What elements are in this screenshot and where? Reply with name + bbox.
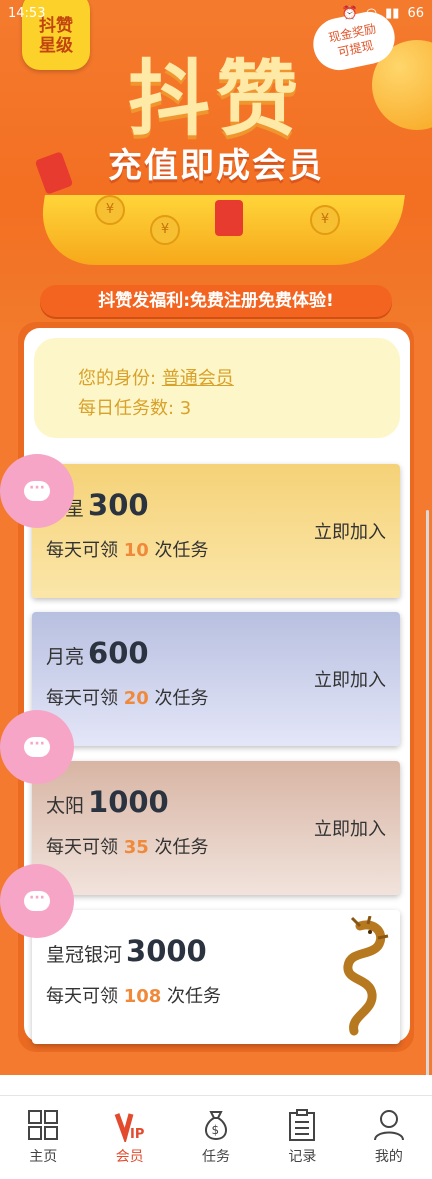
chat-bubble-icon: ··· (24, 737, 50, 757)
svg-text:IP: IP (130, 1127, 144, 1142)
tier-name: 太阳 (46, 795, 85, 817)
scrollbar[interactable] (426, 510, 429, 1080)
chat-button[interactable]: ··· (0, 454, 74, 528)
money-bag-icon: $ (205, 1111, 228, 1141)
grid-icon (28, 1110, 59, 1140)
tab-home[interactable]: 主页 (0, 1096, 86, 1179)
wifi-icon: ◠ (365, 5, 378, 21)
welfare-banner: 抖赞发福利:免费注册免费体验! (40, 285, 392, 317)
join-button[interactable]: 立即加入 (314, 666, 386, 692)
tier-desc-pre: 每天可领 (46, 688, 118, 709)
dragon-icon (343, 916, 389, 1036)
identity-card: 您的身份: 普通会员 每日任务数: 3 (34, 338, 400, 438)
identity-row: 您的身份: 普通会员 (78, 364, 234, 390)
battery-level: 66 (407, 5, 424, 21)
content-bottom (0, 1075, 432, 1095)
tier-price: 1000 (88, 785, 169, 819)
svg-text:$: $ (212, 1123, 220, 1137)
tier-desc-pre: 每天可领 (46, 540, 118, 561)
tier-task-count: 108 (123, 986, 162, 1007)
tier-desc-post: 次任务 (154, 837, 209, 858)
clock: 14:53 (8, 5, 46, 21)
coin-icon: ¥ (310, 205, 340, 235)
tier-desc-pre: 每天可领 (46, 986, 118, 1007)
tier-task-count: 35 (123, 837, 149, 858)
red-envelope-icon (215, 200, 243, 236)
vip-icon: IP (114, 1113, 144, 1142)
signal-icon: ▮▮ (385, 5, 400, 21)
chat-bubble-icon: ··· (24, 891, 50, 911)
tier-price: 300 (88, 488, 149, 522)
tier-desc-post: 次任务 (167, 986, 222, 1007)
banner-subtitle: 充值即成会员 (108, 146, 324, 186)
tier-name: 皇冠银河 (46, 944, 123, 966)
tab-label: 会员 (115, 1149, 144, 1165)
clipboard-icon (289, 1109, 316, 1141)
tier-name: 月亮 (46, 646, 85, 668)
tab-records[interactable]: 记录 (259, 1096, 345, 1179)
tier-card-sun[interactable]: 太阳 1000 每天可领 35 次任务 立即加入 (32, 761, 400, 895)
tier-task-count: 10 (123, 540, 149, 561)
user-icon (373, 1110, 404, 1141)
tier-price: 3000 (126, 934, 207, 968)
coin-icon: ¥ (95, 195, 125, 225)
tier-task-count: 20 (123, 688, 149, 709)
join-button[interactable]: 立即加入 (314, 815, 386, 841)
tier-desc-post: 次任务 (154, 540, 209, 561)
chat-button[interactable]: ··· (0, 710, 74, 784)
tab-label: 记录 (288, 1149, 317, 1165)
identity-label: 您的身份: (78, 368, 157, 389)
tab-vip[interactable]: IP 会员 (86, 1096, 172, 1179)
status-bar: 14:53 ⏰ ◠ ▮▮ 66 (0, 0, 432, 26)
join-button[interactable]: 立即加入 (314, 518, 386, 544)
tab-tasks[interactable]: $ 任务 (173, 1096, 259, 1179)
chat-button[interactable]: ··· (0, 864, 74, 938)
tier-price: 600 (88, 636, 149, 670)
tier-desc-pre: 每天可领 (46, 837, 118, 858)
tab-label: 主页 (29, 1149, 58, 1165)
identity-value-link[interactable]: 普通会员 (162, 368, 234, 389)
alarm-icon: ⏰ (341, 5, 358, 21)
tab-label: 任务 (202, 1149, 231, 1165)
tier-desc-post: 次任务 (154, 688, 209, 709)
daily-task-count: 每日任务数: 3 (78, 398, 192, 419)
badge-line2: 星级 (39, 36, 73, 56)
tab-me[interactable]: 我的 (346, 1096, 432, 1179)
chat-bubble-icon: ··· (24, 481, 50, 501)
tier-card-moon[interactable]: 月亮 600 每天可领 20 次任务 立即加入 (32, 612, 400, 746)
tier-card-star[interactable]: 星星300 每天可领 10 次任务 立即加入 (32, 464, 400, 598)
tab-label: 我的 (374, 1149, 403, 1165)
coin-icon: ¥ (150, 215, 180, 245)
bottom-tab-bar: 主页 IP 会员 $ 任务 记录 我的 (0, 1095, 432, 1179)
tier-card-crown-galaxy[interactable]: 皇冠银河 3000 每天可领 108 次任务 (32, 910, 400, 1044)
